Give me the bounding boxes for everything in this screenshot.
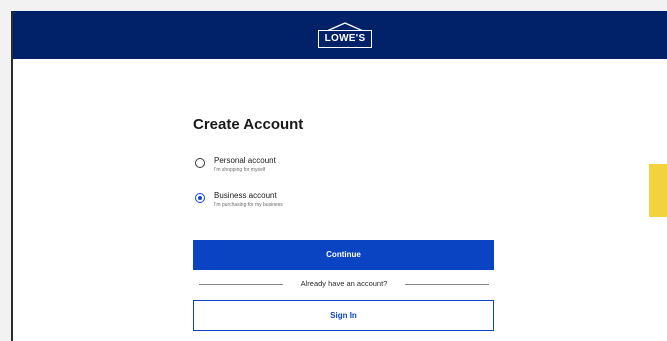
business-account-label: Business account [214,191,277,200]
divider-line-right [405,284,489,285]
already-have-account-text: Already have an account? [300,279,388,288]
page-frame: LOWE'S Create Account Personal account I… [11,11,667,341]
business-account-sublabel: I'm purchasing for my business [214,202,283,208]
page-title: Create Account [193,116,304,133]
personal-account-label: Personal account [214,156,276,165]
business-account-radio[interactable] [195,193,205,203]
business-account-option[interactable]: Business account I'm purchasing for my b… [193,191,393,215]
continue-button[interactable]: Continue [193,240,494,270]
divider-line-left [199,284,283,285]
lowes-logo[interactable]: LOWE'S [318,22,372,48]
personal-account-option[interactable]: Personal account I'm shopping for myself [193,156,393,180]
sign-in-button[interactable]: Sign In [193,300,494,331]
feedback-tab[interactable] [649,164,667,217]
signin-divider: Already have an account? [199,278,489,290]
site-header: LOWE'S [13,11,667,59]
logo-wordmark: LOWE'S [318,30,372,48]
personal-account-radio[interactable] [195,158,205,168]
personal-account-sublabel: I'm shopping for myself [214,167,266,173]
